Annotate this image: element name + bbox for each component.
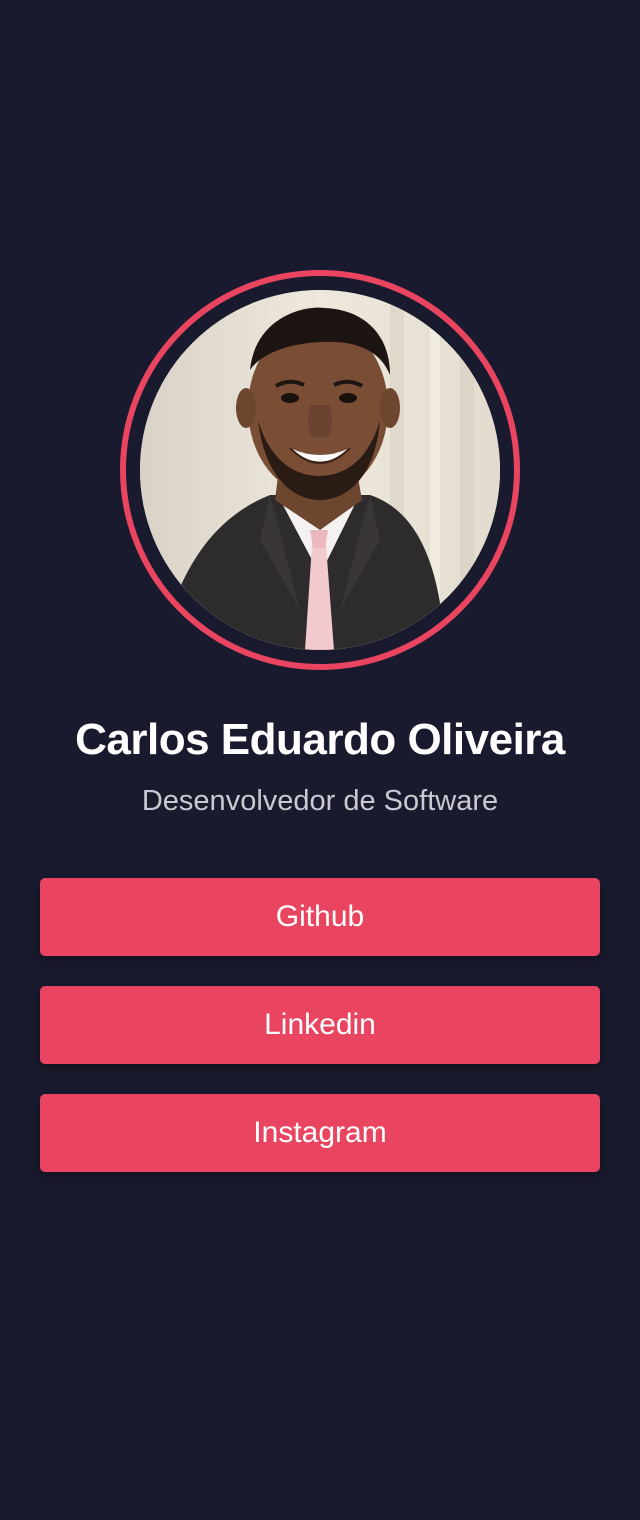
linkedin-button[interactable]: Linkedin: [40, 986, 600, 1064]
instagram-button[interactable]: Instagram: [40, 1094, 600, 1172]
profile-photo-icon: [140, 290, 500, 650]
profile-role: Desenvolvedor de Software: [141, 785, 499, 817]
github-button[interactable]: Github: [40, 878, 600, 956]
avatar-ring: [120, 270, 520, 670]
profile-name: Carlos Eduardo Oliveira: [75, 715, 565, 764]
link-list: Github Linkedin Instagram: [40, 878, 600, 1202]
profile-page: Carlos Eduardo Oliveira Desenvolvedor de…: [0, 0, 640, 1520]
avatar: [140, 290, 500, 650]
